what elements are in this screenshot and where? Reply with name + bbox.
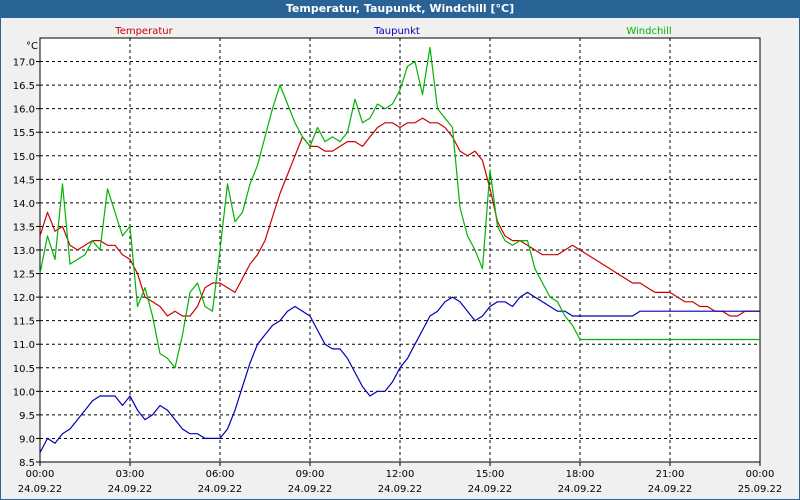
- x-tick-time: 18:00: [566, 469, 595, 480]
- x-tick-date: 24.09.22: [108, 484, 153, 495]
- legend-windchill: Windchill: [626, 26, 671, 37]
- y-tick-label: 9.5: [19, 411, 35, 422]
- x-tick-date: 24.09.22: [198, 484, 243, 495]
- legend-taupunkt: Taupunkt: [373, 26, 420, 37]
- x-tick-time: 00:00: [746, 469, 775, 480]
- y-tick-label: 12.5: [13, 270, 35, 281]
- x-tick-time: 15:00: [476, 469, 505, 480]
- y-tick-label: 16.5: [13, 81, 35, 92]
- y-tick-label: 11.0: [13, 340, 35, 351]
- x-tick-time: 09:00: [296, 469, 325, 480]
- y-tick-label: 12.0: [13, 293, 35, 304]
- x-tick-date: 25.09.22: [738, 484, 783, 495]
- y-tick-label: 16.0: [13, 105, 35, 116]
- y-axis-label: °C: [26, 41, 38, 52]
- x-tick-time: 03:00: [116, 469, 145, 480]
- y-tick-label: 14.0: [13, 199, 35, 210]
- x-tick-time: 06:00: [206, 469, 235, 480]
- y-tick-label: 10.5: [13, 364, 35, 375]
- x-tick-time: 21:00: [656, 469, 685, 480]
- y-tick-label: 11.5: [13, 317, 35, 328]
- x-tick-date: 24.09.22: [468, 484, 513, 495]
- x-tick-date: 24.09.22: [648, 484, 693, 495]
- y-axis-ticks: 8.5 9.0 9.5 10.0 10.5 11.0 11.5 12.0 12.5 13.0 13.…: [13, 58, 40, 469]
- y-tick-label: 15.5: [13, 128, 35, 139]
- x-tick-date: 24.09.22: [378, 484, 423, 495]
- y-tick-label: 9.0: [19, 434, 35, 445]
- y-tick-label: 15.0: [13, 152, 35, 163]
- y-tick-label: 10.0: [13, 387, 35, 398]
- y-tick-label: 17.0: [13, 58, 35, 69]
- x-axis-ticks: 00:00 24.09.22 03:00 24.09.22 06:00 24.09.22 0…: [18, 462, 783, 495]
- y-tick-label: 14.5: [13, 175, 35, 186]
- legend-temperatur: Temperatur: [114, 26, 173, 37]
- x-tick-time: 00:00: [26, 469, 55, 480]
- y-tick-label: 13.0: [13, 246, 35, 257]
- x-tick-date: 24.09.22: [288, 484, 333, 495]
- y-tick-label: 8.5: [19, 458, 35, 469]
- x-tick-date: 24.09.22: [558, 484, 603, 495]
- line-chart: 8.5 9.0 9.5 10.0 10.5 11.0 11.5 12.0 12.5 13.0 13.…: [13, 26, 783, 495]
- y-tick-label: 13.5: [13, 222, 35, 233]
- x-tick-date: 24.09.22: [18, 484, 63, 495]
- x-tick-time: 12:00: [386, 469, 415, 480]
